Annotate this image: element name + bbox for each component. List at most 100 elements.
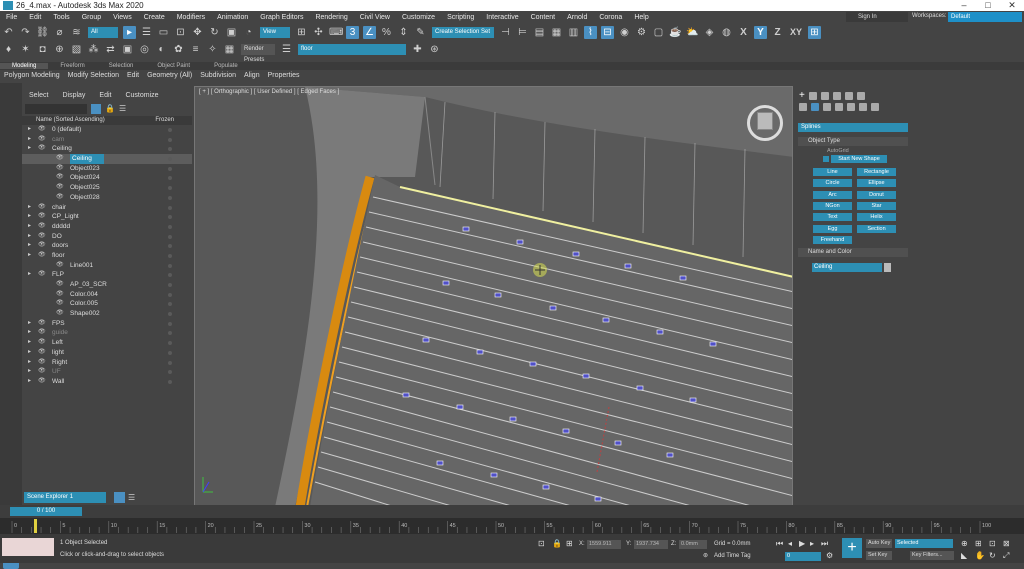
- explorer-row[interactable]: ▸ 👁 chair: [22, 203, 192, 213]
- link-icon[interactable]: ⛓: [36, 26, 49, 39]
- explorer-row[interactable]: ▸ 👁 ddddd: [22, 222, 192, 232]
- axis-constraint-icon[interactable]: ⊞: [808, 26, 821, 39]
- visibility-eye-icon[interactable]: 👁: [38, 367, 46, 377]
- explorer-row[interactable]: 👁 Ceiling: [22, 154, 192, 164]
- helpers-icon[interactable]: [847, 102, 855, 111]
- explorer-row[interactable]: 👁 AP_03_SCR: [22, 280, 192, 290]
- explorer-menu-display[interactable]: Display: [55, 92, 92, 99]
- menu-file[interactable]: File: [0, 14, 23, 21]
- explorer-row[interactable]: 👁 Shape002: [22, 309, 192, 319]
- ribbon-item-geometry-all-[interactable]: Geometry (All): [143, 72, 196, 79]
- axis-xy-button[interactable]: XY: [788, 26, 804, 39]
- expand-arrow-icon[interactable]: ▸: [28, 241, 31, 251]
- x-coordinate-field[interactable]: 1559.911: [587, 540, 621, 549]
- ribbon-item-align[interactable]: Align: [240, 72, 264, 79]
- scale-icon[interactable]: ▣: [225, 26, 238, 39]
- visibility-eye-icon[interactable]: 👁: [38, 251, 46, 261]
- visibility-eye-icon[interactable]: 👁: [56, 290, 64, 300]
- visibility-eye-icon[interactable]: 👁: [38, 203, 46, 213]
- camera-icon[interactable]: ◘: [36, 43, 49, 56]
- frame-indicator[interactable]: 0 / 100: [10, 507, 82, 516]
- sun-icon[interactable]: ✶: [19, 43, 32, 56]
- explorer-menu-select[interactable]: Select: [22, 92, 55, 99]
- explorer-row[interactable]: ▸ 👁 doors: [22, 241, 192, 251]
- axis-x-button[interactable]: X: [737, 26, 750, 39]
- visibility-eye-icon[interactable]: 👁: [38, 212, 46, 222]
- set-key-button[interactable]: Set Key: [866, 551, 892, 560]
- explorer-row[interactable]: ▸ 👁 Ceiling: [22, 144, 192, 154]
- spinner-snap-icon[interactable]: ⇕: [397, 26, 410, 39]
- lister-icon[interactable]: ≡: [189, 43, 202, 56]
- expand-arrow-icon[interactable]: ▸: [28, 135, 31, 145]
- display-tab-icon[interactable]: [844, 91, 853, 100]
- pivot-icon[interactable]: ⊞: [295, 26, 308, 39]
- create-ellipse-button[interactable]: Ellipse: [857, 179, 896, 188]
- grid-icon[interactable]: ▦: [223, 43, 236, 56]
- current-frame-field[interactable]: 0: [785, 552, 821, 561]
- viewport-orthographic[interactable]: [ + ] [ Orthographic ] [ User Defined ] …: [194, 86, 793, 506]
- menu-rendering[interactable]: Rendering: [309, 14, 353, 21]
- create-circle-button[interactable]: Circle: [813, 179, 852, 188]
- ref-coord-dropdown[interactable]: View: [260, 27, 290, 38]
- visibility-eye-icon[interactable]: 👁: [38, 358, 46, 368]
- ribbon-item-properties[interactable]: Properties: [264, 72, 304, 79]
- frozen-toggle[interactable]: [168, 350, 172, 355]
- rotate-icon[interactable]: ↻: [208, 26, 221, 39]
- key-filters-button[interactable]: Key Filters...: [910, 551, 954, 560]
- percent-snap-icon[interactable]: %: [380, 26, 393, 39]
- decal-icon[interactable]: ✿: [172, 43, 185, 56]
- fov-icon[interactable]: ◣: [961, 551, 967, 560]
- axis-y-button[interactable]: Y: [754, 26, 767, 39]
- explorer-row[interactable]: 👁 Color.004: [22, 290, 192, 300]
- explorer-row[interactable]: 👁 Object028: [22, 193, 192, 203]
- selection-set-dropdown[interactable]: Create Selection Set: [432, 27, 494, 38]
- expand-arrow-icon[interactable]: ▸: [28, 367, 31, 377]
- visibility-eye-icon[interactable]: 👁: [56, 183, 64, 193]
- menu-content[interactable]: Content: [525, 14, 562, 21]
- visibility-eye-icon[interactable]: 👁: [56, 173, 64, 183]
- frozen-toggle[interactable]: [168, 176, 172, 181]
- toggle-ribbon-icon[interactable]: ▥: [567, 26, 580, 39]
- layer-dropdown[interactable]: floor: [298, 44, 406, 55]
- visibility-eye-icon[interactable]: 👁: [38, 135, 46, 145]
- expand-arrow-icon[interactable]: ▸: [28, 251, 31, 261]
- render-online-icon[interactable]: ⛅: [686, 26, 699, 39]
- absolute-mode-icon[interactable]: ⊞: [566, 539, 573, 548]
- time-tag-icon[interactable]: ⊛: [703, 552, 708, 559]
- scatter-icon[interactable]: ⁂: [87, 43, 100, 56]
- visibility-eye-icon[interactable]: 👁: [56, 193, 64, 203]
- explorer-row[interactable]: ▸ 👁 CP_Light: [22, 212, 192, 222]
- key-selection-dropdown[interactable]: Selected: [895, 539, 953, 548]
- zoom-icon[interactable]: ⊕: [961, 539, 968, 548]
- ribbon-item-polygon-modeling[interactable]: Polygon Modeling: [0, 72, 64, 79]
- create-text-button[interactable]: Text: [813, 213, 852, 222]
- bind-spacewarp-icon[interactable]: ≋: [70, 26, 83, 39]
- viewcube-face[interactable]: [757, 112, 773, 130]
- maxscript-listener[interactable]: [2, 538, 54, 556]
- selection-lock-icon[interactable]: 🔒: [552, 539, 562, 548]
- time-slider[interactable]: 0 / 100: [0, 505, 1024, 518]
- create-egg-button[interactable]: Egg: [813, 224, 852, 233]
- frame-buffer-icon[interactable]: ▣: [121, 43, 134, 56]
- viewcube[interactable]: [747, 105, 783, 141]
- converter-icon[interactable]: ⇄: [104, 43, 117, 56]
- layer-manager-icon[interactable]: ☰: [280, 43, 293, 56]
- close-button[interactable]: ✕: [1000, 0, 1024, 11]
- create-freehand-button[interactable]: Freehand: [813, 235, 852, 244]
- visibility-eye-icon[interactable]: 👁: [56, 299, 64, 309]
- visibility-eye-icon[interactable]: 👁: [56, 154, 64, 164]
- sign-in-button[interactable]: Sign In: [846, 12, 908, 22]
- mirror-icon[interactable]: ⊣: [499, 26, 512, 39]
- ribbon-tab-modeling[interactable]: Modeling: [0, 63, 49, 69]
- rendered-frame-icon[interactable]: ▢: [652, 26, 665, 39]
- time-config-icon[interactable]: ⚙: [826, 551, 833, 560]
- material-icon[interactable]: ◐: [155, 43, 168, 56]
- visibility-eye-icon[interactable]: 👁: [38, 270, 46, 280]
- play-icon[interactable]: ▶: [799, 539, 805, 548]
- frozen-toggle[interactable]: [168, 157, 172, 162]
- frozen-toggle[interactable]: [168, 147, 172, 152]
- frozen-toggle[interactable]: [168, 370, 172, 375]
- render-preset-dropdown[interactable]: Render Presets: [241, 44, 275, 63]
- modify-tab-icon[interactable]: [808, 91, 817, 100]
- motion-tab-icon[interactable]: [832, 91, 841, 100]
